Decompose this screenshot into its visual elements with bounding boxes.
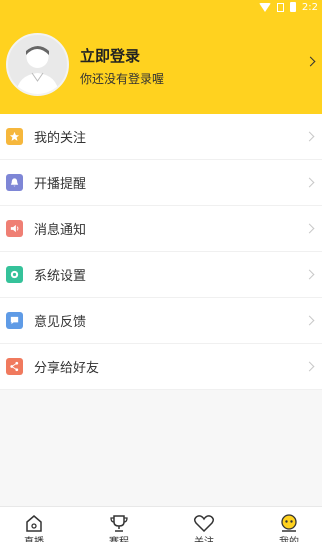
- trophy-icon: [110, 515, 128, 532]
- menu-item-label: 意见反馈: [34, 315, 87, 330]
- menu-item-share[interactable]: 分享给好友: [0, 344, 322, 390]
- chevron-right-icon: [304, 315, 315, 326]
- status-time: 2:2: [301, 1, 318, 13]
- profile-header[interactable]: 2:2 立即登录 你还没有登录喔: [0, 0, 322, 114]
- menu-item-label: 消息通知: [34, 223, 87, 238]
- menu-item-system-settings[interactable]: 系统设置: [0, 252, 322, 298]
- tab-schedule[interactable]: 赛程: [89, 507, 149, 542]
- menu-item-label: 开播提醒: [34, 177, 87, 192]
- star-icon: [6, 128, 23, 145]
- avatar[interactable]: [6, 33, 69, 96]
- menu-item-label: 分享给好友: [34, 361, 100, 376]
- sim-icon: [276, 2, 284, 12]
- tab-follow[interactable]: 关注: [174, 507, 234, 542]
- chevron-right-icon[interactable]: [305, 56, 316, 67]
- chevron-right-icon: [304, 131, 315, 142]
- default-avatar-icon: [16, 46, 59, 94]
- login-subtitle: 你还没有登录喔: [80, 72, 165, 86]
- menu-item-notifications[interactable]: 消息通知: [0, 206, 322, 252]
- battery-icon: [289, 2, 296, 12]
- tab-live[interactable]: 直播: [4, 507, 64, 542]
- bottom-tab-bar: 直播 赛程 关注 我的: [0, 506, 322, 542]
- feedback-icon: [6, 312, 23, 329]
- home-icon: [26, 515, 42, 532]
- share-icon: [6, 358, 23, 375]
- menu-item-label: 系统设置: [34, 269, 87, 284]
- chevron-right-icon: [304, 361, 315, 372]
- menu-item-feedback[interactable]: 意见反馈: [0, 298, 322, 344]
- tab-mine[interactable]: 我的: [259, 507, 319, 542]
- settings-menu: 我的关注 开播提醒 消息通知 系统设置 意见反馈 分享给好友: [0, 114, 322, 390]
- bell-icon: [6, 174, 23, 191]
- wifi-icon: [258, 2, 271, 12]
- login-title[interactable]: 立即登录: [80, 45, 140, 66]
- status-bar: 2:2: [258, 0, 322, 14]
- speaker-icon: [6, 220, 23, 237]
- chevron-right-icon: [304, 269, 315, 280]
- chevron-right-icon: [304, 177, 315, 188]
- chevron-right-icon: [304, 223, 315, 234]
- menu-item-follow[interactable]: 我的关注: [0, 114, 322, 160]
- menu-item-label: 我的关注: [34, 131, 87, 146]
- menu-item-live-reminder[interactable]: 开播提醒: [0, 160, 322, 206]
- gear-icon: [6, 266, 23, 283]
- profile-face-icon: [281, 514, 297, 532]
- heart-icon: [193, 515, 215, 532]
